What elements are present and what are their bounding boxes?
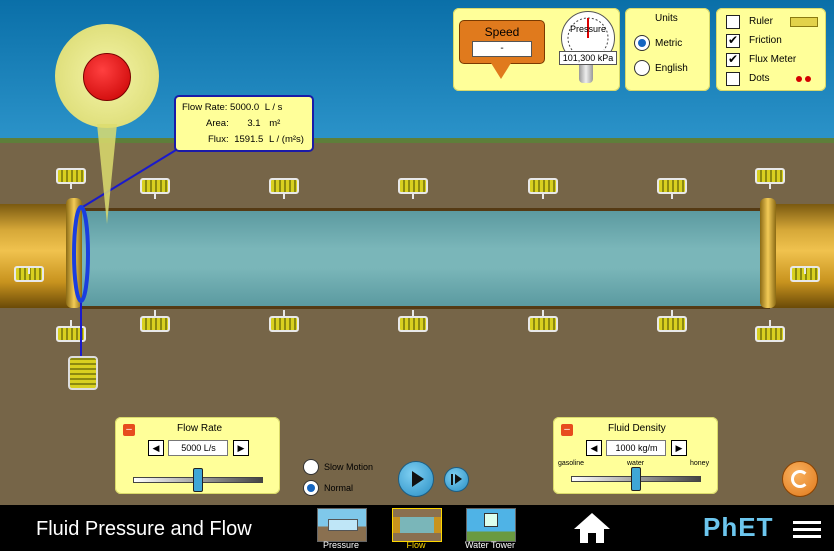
flux-meter-drag-handle[interactable] [68,356,98,390]
ruler-checkbox[interactable] [726,15,740,29]
flow-rate-unit: L / s [264,102,283,113]
ruler-icon [790,17,818,27]
play-icon [412,471,424,487]
home-icon [574,513,610,543]
nav-pressure-thumbnail[interactable] [317,508,367,542]
flux-meter-ring [72,205,90,303]
hamburger-icon [793,521,821,524]
step-button[interactable] [444,467,469,492]
fluid-density-increment-button[interactable]: ▶ [670,439,687,456]
flux-label: Flux: [208,134,229,145]
flow-rate-decrement-button[interactable]: ◀ [148,439,164,456]
reset-icon [791,470,809,488]
flow-rate-line: Flow Rate: 5000.0 L / s [182,102,282,113]
velocity-sensor-pointer [97,124,117,224]
nav-water-tower-thumbnail[interactable] [466,508,516,542]
pressure-value: 101,300 kPa [559,51,617,65]
nav-flow-label[interactable]: Flow [386,540,446,550]
fluid-density-panel: – Fluid Density ◀ 1000 kg/m ▶ gasoline w… [553,417,718,494]
speed-sensor-pointer [491,63,511,79]
nav-flow-thumbnail[interactable] [392,508,442,542]
flux-meter-readout: Flow Rate: 5000.0 L / s Area: 3.1 m² Flu… [174,95,314,152]
hamburger-menu-button[interactable] [793,521,823,539]
fluid-density-slider-thumb[interactable] [631,467,641,491]
units-panel: Units Metric English [625,8,710,91]
flow-rate-label: Flow Rate: [182,102,228,113]
flow-rate-panel: – Flow Rate ◀ 5000 L/s ▶ [115,417,280,494]
flow-rate-spinner: ◀ 5000 L/s ▶ [148,439,249,457]
honey-tick-label: honey [690,460,710,467]
play-button[interactable] [398,461,434,497]
flux-meter-checkbox[interactable]: ✔ [726,53,740,67]
phet-logo[interactable]: PhET [703,512,773,543]
normal-speed-label: Normal [324,483,354,493]
flux-meter-label: Flux Meter [749,54,797,65]
pressure-gauge-stem [579,65,593,83]
velocity-sensor-target-icon [83,53,131,101]
dots-label: Dots [749,73,770,84]
water-tower-screen-icon [484,513,498,527]
flux-meter-wire [80,149,177,209]
speed-title: Speed [484,25,520,39]
navigation-bar: Fluid Pressure and Flow Pressure Flow Wa… [0,505,834,551]
flow-rate-value[interactable]: 5000 L/s [168,439,229,456]
options-panel: Ruler ✔ Friction ✔ Flux Meter Dots [716,8,826,91]
units-metric-label: Metric [655,38,683,49]
home-button[interactable] [572,511,612,545]
slow-motion-label: Slow Motion [324,462,374,472]
fluid-density-value[interactable]: 1000 kg/m [606,439,667,456]
fluid-density-collapse-button[interactable]: – [561,424,573,436]
flow-rate-slider-thumb[interactable] [193,468,203,492]
dots-checkbox[interactable] [726,72,740,86]
ruler-label: Ruler [749,16,773,27]
flux-value: 1591.5 [234,134,264,145]
fluid-density-title: Fluid Density [608,423,666,434]
step-icon-triangle [455,474,462,484]
dots-icon [805,76,811,82]
home-icon-door [588,533,596,543]
reset-all-button[interactable] [782,461,818,497]
flux-line: Flux: 1591.5 L / (m²s) [208,134,304,145]
friction-checkbox[interactable]: ✔ [726,34,740,48]
flow-screen-icon [393,517,441,533]
sensor-toolbox: Speed - Pressure 101,300 kPa [453,8,620,91]
units-english-radio[interactable] [634,60,650,76]
normal-speed-radio[interactable] [303,480,319,496]
flux-unit: L / (m²s) [268,134,304,145]
water-tick-label: water [627,460,645,467]
slow-motion-radio[interactable] [303,459,319,475]
area-line: Area: 3.1 m² [206,118,280,129]
speed-sensor[interactable]: Speed - [459,20,545,64]
pressure-screen-icon [328,519,358,531]
speed-value: - [472,41,532,57]
units-title: Units [655,13,678,24]
flow-rate-collapse-button[interactable]: – [123,424,135,436]
fluid-density-decrement-button[interactable]: ◀ [586,439,602,456]
flow-rate-increment-button[interactable]: ▶ [232,439,249,456]
app-title: Fluid Pressure and Flow [36,518,252,540]
hamburger-icon-line [793,535,821,538]
sim-scene: Flow Rate: 5000.0 L / s Area: 3.1 m² Flu… [0,0,834,505]
area-label: Area: [206,118,229,129]
units-english-label: English [655,63,688,74]
nav-pressure-label[interactable]: Pressure [311,540,371,550]
fluid-density-spinner: ◀ 1000 kg/m ▶ [586,439,687,457]
gasoline-tick-label: gasoline [558,460,585,467]
step-icon [451,474,453,485]
dots-icon [796,76,802,82]
pressure-title: Pressure [569,24,606,34]
area-unit: m² [269,118,281,129]
friction-label: Friction [749,35,782,46]
flow-rate-title: Flow Rate [177,423,223,434]
nav-water-tower-label[interactable]: Water Tower [460,540,520,550]
velocity-sensor[interactable] [55,24,159,128]
hamburger-icon-line [793,528,821,531]
area-value: 3.1 [247,118,261,129]
flow-rate-value: 5000.0 [230,102,260,113]
units-metric-radio[interactable] [634,35,650,51]
